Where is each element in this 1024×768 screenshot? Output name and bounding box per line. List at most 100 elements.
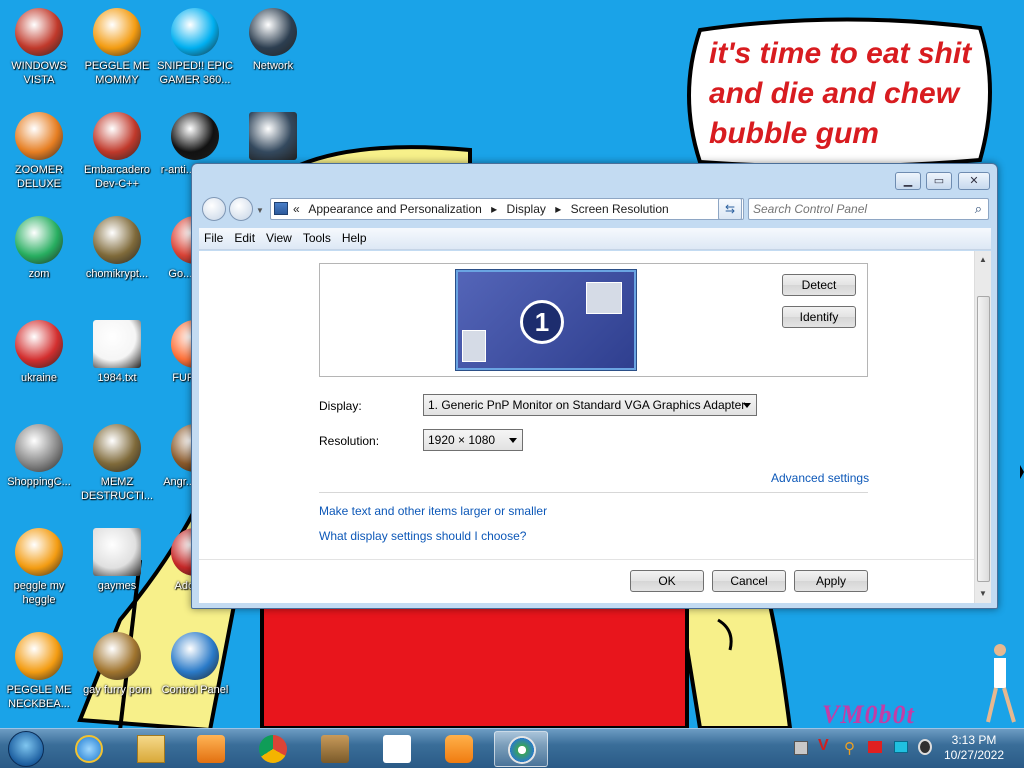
taskbar: V ⚲ 3:13 PM 10/27/2022 (0, 728, 1024, 768)
breadcrumb-screen-resolution[interactable]: Screen Resolution (571, 202, 669, 216)
desktop-icon[interactable]: WINDOWS VISTA (0, 8, 78, 87)
flag-tray-icon[interactable] (868, 741, 882, 753)
desktop-icon[interactable]: SNIPED!! EPIC GAMER 360... (156, 8, 234, 87)
identify-button[interactable]: Identify (782, 306, 856, 328)
desktop-icon[interactable]: MEMZ DESTRUCTI... (78, 424, 156, 503)
desktop-icon[interactable]: gay furry porn (78, 632, 156, 697)
peggle-icon (93, 8, 141, 56)
address-bar[interactable]: « Appearance and Personalization ▸ Displ… (270, 198, 744, 220)
refresh-icon[interactable]: ⇆ (718, 198, 742, 220)
desktop-icon-label: Embarcadero Dev-C++ (83, 164, 151, 190)
close-button[interactable]: ✕ (958, 172, 990, 190)
display-select-value: 1. Generic PnP Monitor on Standard VGA G… (428, 398, 746, 412)
flash-icon (15, 424, 63, 472)
internet-explorer-icon (75, 735, 103, 763)
taskbar-uc-browser[interactable] (432, 731, 486, 767)
scroll-thumb[interactable] (977, 296, 990, 582)
desktop-icon[interactable]: Network (234, 8, 312, 73)
taskbar-internet-explorer[interactable] (62, 731, 116, 767)
laptop-icon (249, 112, 297, 160)
menu-file[interactable]: File (199, 228, 229, 245)
desktop-icon-label: MEMZ DESTRUCTI... (80, 476, 154, 502)
menu-tools[interactable]: Tools (298, 228, 337, 245)
desktop-icon-label: PEGGLE ME NECKBEA... (6, 684, 72, 710)
scroll-down-icon[interactable]: ▼ (979, 589, 987, 598)
recent-pages-icon[interactable]: ▼ (256, 206, 264, 215)
desktop-icon[interactable]: peggle my heggle (0, 528, 78, 607)
window-titlebar[interactable]: ▁ ▭ ✕ (192, 164, 997, 194)
desktop-icon[interactable]: ZOOMER DELUXE (0, 112, 78, 191)
taskbar-media-player[interactable] (184, 731, 238, 767)
minimize-button[interactable]: ▁ (895, 172, 921, 190)
desktop-icon[interactable]: ukraine (0, 320, 78, 385)
taskbar-file-explorer[interactable] (124, 731, 178, 767)
desktop-icon[interactable] (234, 112, 312, 163)
breadcrumb-appearance[interactable]: Appearance and Personalization (308, 202, 481, 216)
clock-time: 3:13 PM (951, 733, 997, 747)
program-icon (171, 112, 219, 160)
memz-icon (93, 424, 141, 472)
speech-bubble-text: it's time to eat shit and die and chew b… (709, 37, 972, 150)
search-input[interactable] (753, 201, 963, 217)
cancel-button[interactable]: Cancel (712, 570, 786, 592)
flower-icon (15, 216, 63, 264)
breadcrumb-separator-icon[interactable]: ▸ (555, 202, 561, 216)
menu-help[interactable]: Help (337, 228, 373, 245)
chomik-icon (93, 216, 141, 264)
resolution-label: Resolution: (319, 434, 380, 448)
taskbar-java[interactable] (370, 731, 424, 767)
back-button[interactable] (202, 197, 226, 221)
display-help-link[interactable]: What display settings should I choose? (319, 529, 526, 543)
v-tray-icon[interactable]: V (818, 737, 829, 755)
menu-bar: File Edit View Tools Help (199, 228, 991, 250)
display-select[interactable]: 1. Generic PnP Monitor on Standard VGA G… (423, 394, 757, 416)
vertical-scrollbar[interactable]: ▲ ▼ (974, 251, 991, 603)
desktop-icon[interactable]: gaymes (78, 528, 156, 593)
text-size-link[interactable]: Make text and other items larger or smal… (319, 504, 547, 518)
breadcrumb-display[interactable]: Display (507, 202, 546, 216)
desktop-icon-label: ZOOMER DELUXE (14, 164, 64, 190)
taskbar-clock[interactable]: 3:13 PM 10/27/2022 (934, 733, 1014, 763)
search-box[interactable]: ⌕ (748, 198, 989, 220)
desktop-icon-label: PEGGLE ME MOMMY (84, 60, 150, 86)
taskbar-bonzi-box[interactable] (308, 731, 362, 767)
desktop-icon[interactable]: zom (0, 216, 78, 281)
desktop-icon-label: ShoppingC... (7, 476, 71, 488)
maximize-button[interactable]: ▭ (926, 172, 952, 190)
resolution-select[interactable]: 1920 × 1080 (423, 429, 523, 451)
ok-button[interactable]: OK (630, 570, 704, 592)
breadcrumb-separator-icon[interactable]: ▸ (491, 202, 497, 216)
taskbar-control-panel[interactable] (494, 731, 548, 767)
breadcrumb-overflow[interactable]: « (293, 202, 300, 216)
desktop-icon[interactable]: chomikrypt... (78, 216, 156, 281)
menu-view[interactable]: View (261, 228, 298, 245)
menu-edit[interactable]: Edit (229, 228, 261, 245)
monitor-thumbnail[interactable]: 1 (456, 270, 636, 370)
desktop-icon[interactable]: Embarcadero Dev-C++ (78, 112, 156, 191)
apply-button[interactable]: Apply (794, 570, 868, 592)
display-label: Display: (319, 399, 362, 413)
desktop-icon-label: gaymes (97, 580, 137, 592)
divider (319, 492, 868, 493)
desktop-icon-label: gay furry porn (83, 684, 151, 696)
taskbar-chrome[interactable] (246, 731, 300, 767)
forward-button[interactable] (229, 197, 253, 221)
search-icon[interactable]: ⌕ (975, 201, 982, 217)
scroll-up-icon[interactable]: ▲ (979, 255, 987, 264)
desktop-icon-label: WINDOWS VISTA (11, 60, 67, 86)
key-tray-icon[interactable]: ⚲ (844, 739, 855, 757)
desktop-icon[interactable]: Control Panel (156, 632, 234, 697)
desktop-icon[interactable]: ShoppingC... (0, 424, 78, 489)
desktop-icon[interactable]: PEGGLE ME MOMMY (78, 8, 156, 87)
display-tray-icon[interactable] (894, 741, 908, 753)
desktop-icon[interactable]: 1984.txt (78, 320, 156, 385)
resolution-select-value: 1920 × 1080 (428, 433, 496, 447)
start-orb-icon[interactable] (8, 731, 44, 767)
desktop-icon[interactable]: PEGGLE ME NECKBEA... (0, 632, 78, 711)
volume-tray-icon[interactable] (918, 739, 932, 755)
desktop-icon-label: Network (252, 60, 294, 72)
detect-button[interactable]: Detect (782, 274, 856, 296)
advanced-settings-link[interactable]: Advanced settings (771, 471, 869, 485)
control-panel-icon (171, 632, 219, 680)
network-tray-icon[interactable] (794, 741, 808, 755)
